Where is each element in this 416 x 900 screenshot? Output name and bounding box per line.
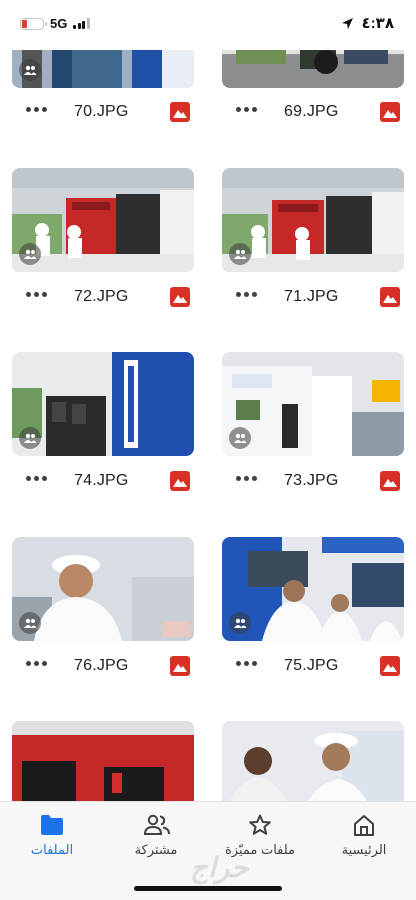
more-options-icon[interactable] — [236, 107, 257, 112]
more-options-icon[interactable] — [26, 661, 47, 666]
file-name: 73.JPG — [284, 472, 339, 489]
shared-people-icon — [229, 427, 251, 449]
more-options-icon[interactable] — [236, 476, 257, 481]
file-meta: 74.JPG — [12, 470, 194, 494]
image-file-icon — [380, 656, 400, 676]
image-file-icon — [380, 471, 400, 491]
image-file-icon — [170, 471, 190, 491]
more-options-icon[interactable] — [26, 476, 47, 481]
file-name: 74.JPG — [74, 472, 129, 489]
nav-home-label: الرئيسية — [341, 842, 387, 857]
image-file-icon — [170, 102, 190, 122]
home-indicator — [134, 886, 282, 891]
more-options-icon[interactable] — [26, 107, 47, 112]
file-thumbnail[interactable] — [12, 537, 194, 641]
file-meta: 75.JPG — [222, 655, 404, 679]
nav-files-label: الملفات — [30, 842, 74, 857]
image-file-icon — [380, 102, 400, 122]
file-thumbnail[interactable] — [222, 352, 404, 456]
file-thumbnail[interactable] — [222, 537, 404, 641]
file-name: 71.JPG — [284, 288, 339, 305]
more-options-icon[interactable] — [236, 661, 257, 666]
file-meta: 72.JPG — [12, 286, 194, 310]
file-name: 76.JPG — [74, 657, 129, 674]
image-file-icon — [170, 656, 190, 676]
people-icon — [144, 814, 170, 835]
folder-icon — [41, 815, 63, 835]
shared-people-icon — [19, 612, 41, 634]
file-meta: 76.JPG — [12, 655, 194, 679]
battery-icon — [20, 17, 47, 30]
bottom-navigation: الملفات مشتركة ملفات مميّزة الرئيسية حرا… — [0, 801, 416, 900]
star-icon — [249, 814, 271, 835]
shared-people-icon — [19, 427, 41, 449]
image-file-icon — [170, 287, 190, 307]
more-options-icon[interactable] — [26, 292, 47, 297]
home-icon — [354, 815, 374, 836]
status-right: ٤:٣٨ — [341, 14, 394, 32]
image-file-icon — [380, 287, 400, 307]
clock: ٤:٣٨ — [361, 15, 394, 32]
network-label: 5G — [50, 16, 68, 31]
file-thumbnail[interactable] — [12, 168, 194, 272]
file-meta: 71.JPG — [222, 286, 404, 310]
watermark: حراج — [190, 852, 249, 883]
location-arrow-icon — [341, 17, 353, 29]
shared-people-icon — [19, 243, 41, 265]
shared-people-icon — [229, 243, 251, 265]
nav-home[interactable]: الرئيسية — [312, 814, 416, 864]
file-thumbnail[interactable] — [12, 352, 194, 456]
file-meta: 69.JPG — [222, 101, 404, 125]
file-name: 75.JPG — [284, 657, 339, 674]
status-bar: 5G ٤:٣٨ — [0, 0, 416, 50]
status-left: 5G — [20, 16, 90, 31]
file-meta: 73.JPG — [222, 470, 404, 494]
file-name: 70.JPG — [74, 103, 129, 120]
shared-people-icon — [19, 59, 41, 81]
nav-files[interactable]: الملفات — [0, 814, 104, 864]
file-name: 72.JPG — [74, 288, 129, 305]
signal-icon — [73, 18, 90, 29]
file-name: 69.JPG — [284, 103, 339, 120]
file-thumbnail[interactable] — [222, 168, 404, 272]
shared-people-icon — [229, 612, 251, 634]
more-options-icon[interactable] — [236, 292, 257, 297]
file-meta: 70.JPG — [12, 101, 194, 125]
file-grid: 70.JPG 69.JPG 72.JPG 71.JPG 74.JPG 73.JP… — [0, 0, 416, 900]
